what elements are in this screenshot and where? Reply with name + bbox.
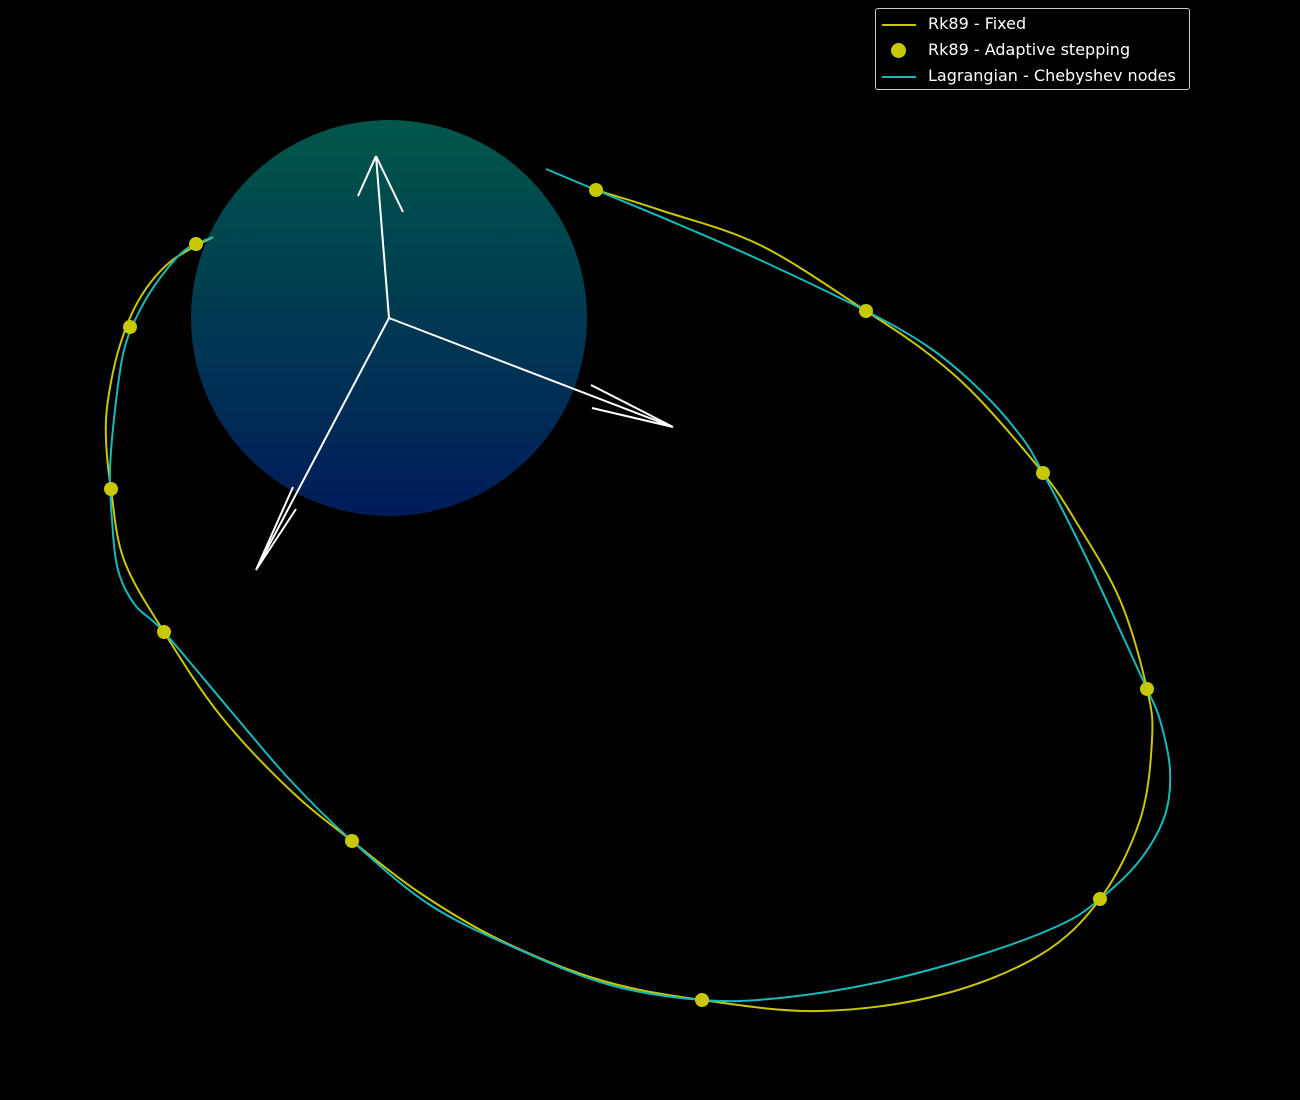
legend-swatch-fixed <box>882 24 916 26</box>
legend: Rk89 - Fixed Rk89 - Adaptive stepping La… <box>875 8 1190 90</box>
legend-label-lagrangian: Lagrangian - Chebyshev nodes <box>928 66 1176 85</box>
legend-swatch-lagrangian <box>882 76 916 78</box>
legend-label-adaptive: Rk89 - Adaptive stepping <box>928 40 1131 59</box>
adaptive-marker-point <box>589 183 603 197</box>
legend-item-fixed: Rk89 - Fixed <box>876 11 1189 37</box>
legend-swatch-adaptive <box>891 43 906 58</box>
legend-label-fixed: Rk89 - Fixed <box>928 14 1027 33</box>
adaptive-marker-point <box>695 993 709 1007</box>
adaptive-marker-point <box>859 304 873 318</box>
adaptive-marker-point <box>1036 466 1050 480</box>
adaptive-marker-point <box>189 237 203 251</box>
legend-item-adaptive: Rk89 - Adaptive stepping <box>876 37 1189 63</box>
adaptive-marker-point <box>1140 682 1154 696</box>
adaptive-marker-point <box>104 482 118 496</box>
adaptive-marker-point <box>1093 892 1107 906</box>
adaptive-marker-point <box>345 834 359 848</box>
orbit-plot <box>104 120 1172 1013</box>
legend-item-lagrangian: Lagrangian - Chebyshev nodes <box>876 63 1189 89</box>
adaptive-marker-point <box>123 320 137 334</box>
adaptive-marker-point <box>157 625 171 639</box>
